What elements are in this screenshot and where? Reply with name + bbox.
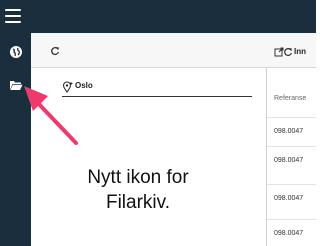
right-panel-header: Inn (267, 33, 316, 68)
table-cell: 098.0047 (274, 195, 304, 202)
column-header-referanse[interactable]: Referanse (274, 95, 306, 102)
globe-icon[interactable] (9, 45, 23, 59)
tree-item-oslo[interactable]: Oslo (62, 79, 252, 97)
top-bar (0, 0, 316, 33)
table-row[interactable]: 098.0047 (267, 219, 316, 245)
map-pin-icon (62, 81, 74, 93)
annotation-line-2: Filarkiv. (105, 192, 171, 213)
table-cell: 098.0047 (274, 157, 304, 164)
table-row[interactable]: 098.0047 (267, 117, 316, 143)
tree-item-label: Oslo (75, 81, 93, 90)
right-panel: Inn Referanse 098.0047 098.0047 098.0047… (267, 33, 316, 246)
table-row[interactable]: 098.0047 (267, 146, 316, 172)
table-cell: 098.0047 (274, 128, 304, 135)
hamburger-menu-icon[interactable] (5, 9, 21, 23)
table-row[interactable]: 098.0047 (267, 184, 316, 210)
table-cell: 098.0047 (274, 230, 304, 237)
annotation-text: Nytt ikon for Filarkiv. (48, 165, 228, 215)
sidebar (0, 33, 31, 246)
right-panel-title: Inn (294, 47, 306, 56)
refresh-icon[interactable] (283, 47, 293, 57)
panel-toolbar (31, 33, 267, 68)
folder-open-icon[interactable] (9, 78, 23, 92)
refresh-icon[interactable] (50, 46, 60, 56)
annotation-line-1: Nytt ikon for (87, 167, 189, 188)
